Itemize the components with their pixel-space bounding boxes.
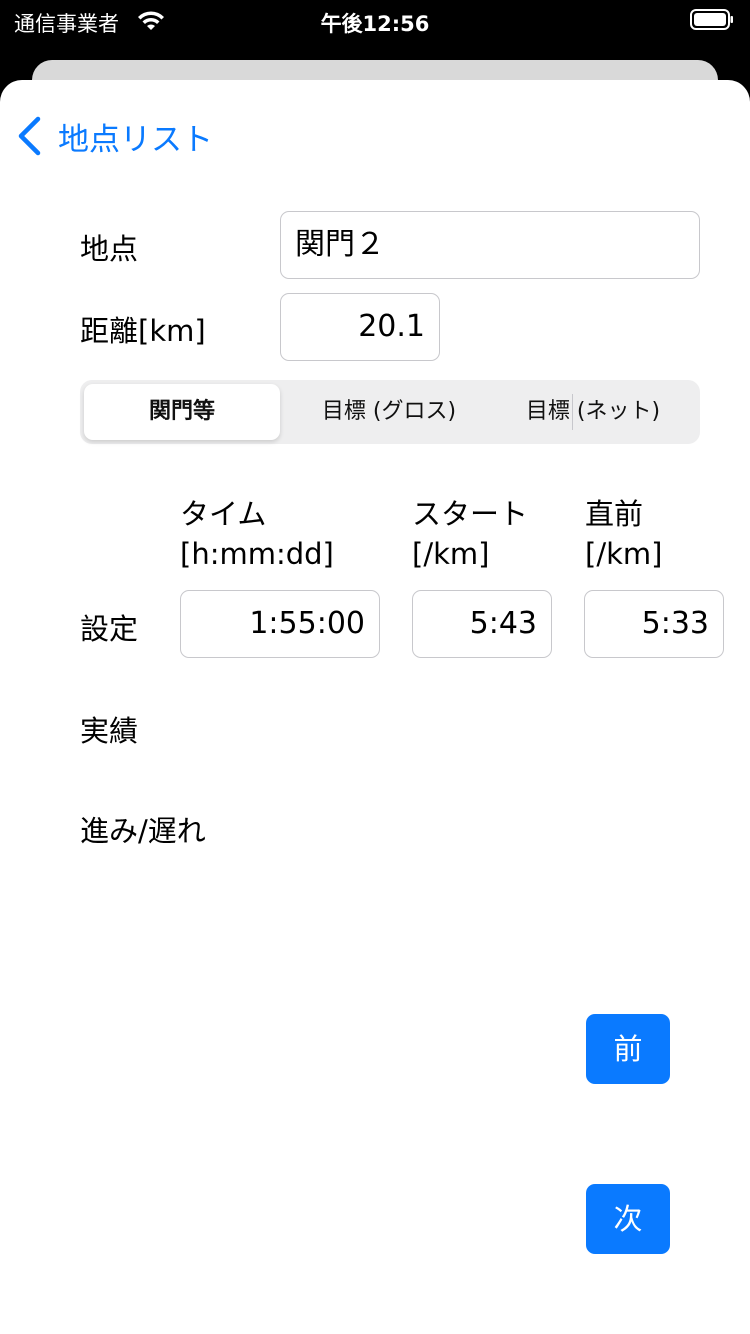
- column-header-previous-unit: [/km]: [585, 537, 663, 571]
- column-header-time: タイム [h:mm:dd]: [180, 494, 334, 574]
- back-button[interactable]: 地点リスト: [16, 114, 213, 158]
- previous-button[interactable]: 前: [586, 1014, 670, 1084]
- setting-previous-pace-field[interactable]: 5:33: [584, 590, 724, 658]
- distance-label: 距離[km]: [80, 314, 206, 348]
- column-header-start-title: スタート: [412, 497, 529, 531]
- point-label: 地点: [80, 232, 139, 266]
- ahead-behind-row-label: 進み/遅れ: [80, 814, 206, 848]
- setting-start-pace-field[interactable]: 5:43: [412, 590, 552, 658]
- status-bar: 通信事業者 午後12:56: [0, 0, 750, 42]
- mode-segmented-control: 関門等 目標 (グロス) 目標 (ネット): [80, 380, 700, 444]
- clock: 午後12:56: [320, 12, 430, 36]
- segment-target-net[interactable]: 目標 (ネット): [488, 384, 698, 440]
- chevron-left-icon: [18, 116, 41, 156]
- setting-row-label: 設定: [80, 612, 139, 646]
- column-header-previous-title: 直前: [585, 497, 644, 531]
- detail-sheet: 地点リスト 地点 関門２ 距離[km] 20.1 関門等 目標 (グロス) 目標…: [0, 80, 750, 1334]
- segment-checkpoint[interactable]: 関門等: [84, 384, 280, 440]
- next-button[interactable]: 次: [586, 1184, 670, 1254]
- battery-icon: [690, 9, 733, 30]
- column-header-start: スタート [/km]: [412, 494, 528, 574]
- column-header-start-unit: [/km]: [412, 537, 490, 571]
- back-button-label: 地点リスト: [58, 121, 213, 158]
- segment-target-gross[interactable]: 目標 (グロス): [284, 384, 494, 440]
- distance-field[interactable]: 20.1: [280, 293, 440, 361]
- column-header-time-title: タイム: [180, 497, 267, 531]
- column-header-time-unit: [h:mm:dd]: [180, 537, 334, 571]
- point-name-field[interactable]: 関門２: [280, 211, 700, 279]
- actual-row-label: 実績: [80, 714, 139, 748]
- column-header-previous: 直前 [/km]: [585, 494, 662, 574]
- setting-time-field[interactable]: 1:55:00: [180, 590, 380, 658]
